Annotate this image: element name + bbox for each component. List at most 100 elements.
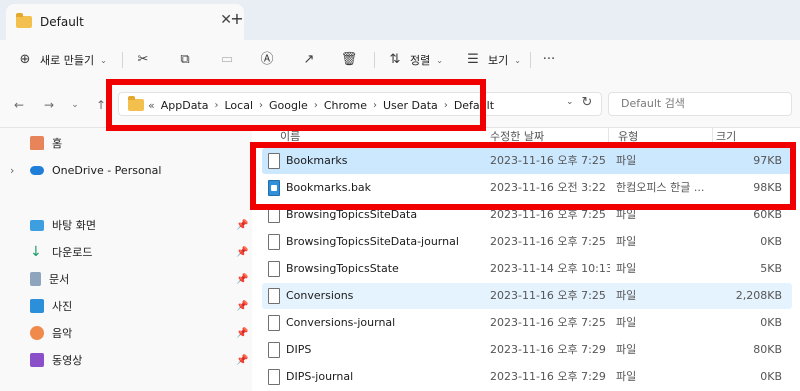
file-name: Conversions-journal: [286, 316, 396, 329]
file-size: 80KB: [753, 343, 782, 356]
file-date: 2023-11-16 오후 7:25: [490, 289, 606, 302]
file-name: DIPS-journal: [286, 370, 354, 383]
chevron-down-icon: ⌄: [514, 55, 521, 65]
download-icon: ↓: [30, 244, 42, 260]
trash-icon: 🗑: [340, 52, 358, 67]
file-size: 5KB: [760, 262, 782, 275]
tab-default[interactable]: Default ✕: [6, 4, 244, 40]
file-type: 파일: [616, 370, 637, 383]
more-icon: ···: [542, 52, 556, 67]
new-tab-button[interactable]: +: [226, 8, 248, 30]
back-arrow-icon[interactable]: ←: [10, 96, 28, 114]
pin-icon[interactable]: 📌: [236, 247, 248, 258]
share-button[interactable]: ↗: [300, 50, 318, 70]
sort-button[interactable]: ⇅ 정렬 ⌄: [386, 50, 443, 70]
sidebar-item-label: 음악: [52, 327, 73, 340]
sidebar-item-downloads[interactable]: ↓ 다운로드 📌: [0, 239, 252, 265]
file-type: 파일: [616, 262, 637, 275]
pin-icon[interactable]: 📌: [236, 274, 248, 285]
file-size: 2,208KB: [735, 289, 782, 302]
desktop-icon: [30, 219, 44, 231]
file-date: 2023-11-16 오후 7:25: [490, 235, 606, 248]
highlight-box-bookmarks: [250, 142, 796, 210]
sidebar-item-label: 사진: [52, 300, 73, 313]
file-icon: [268, 288, 280, 304]
sidebar-item-music[interactable]: 음악 📌: [0, 320, 252, 346]
file-date: 2023-11-16 오후 7:29: [490, 343, 606, 356]
file-icon: [268, 234, 280, 250]
file-name: BrowsingTopicsState: [286, 262, 399, 275]
sidebar-item-desktop[interactable]: 바탕 화면 📌: [0, 212, 252, 238]
more-button[interactable]: ···: [540, 50, 558, 70]
view-button[interactable]: ☰ 보기 ⌄: [464, 50, 521, 70]
file-row[interactable]: Conversions 2023-11-16 오후 7:25 파일 2,208KB: [262, 283, 792, 309]
file-icon: [268, 369, 280, 385]
file-row[interactable]: Conversions-journal 2023-11-16 오후 7:25 파일 0…: [262, 310, 792, 336]
navigation-pane: 홈 › OneDrive - Personal 바탕 화면 📌 ↓ 다운로드 📌…: [0, 128, 252, 391]
rename-icon: Ⓐ: [260, 52, 274, 67]
divider: [122, 52, 123, 68]
file-name: BrowsingTopicsSiteData-journal: [286, 235, 459, 248]
file-size: 0KB: [760, 235, 782, 248]
file-size: 0KB: [760, 316, 782, 329]
pin-icon[interactable]: 📌: [236, 301, 248, 312]
file-date: 2023-11-16 오후 7:29: [490, 370, 606, 383]
address-history-chevron-icon[interactable]: ⌄: [566, 97, 574, 107]
divider: [374, 52, 375, 68]
plus-circle-icon: ⊕: [19, 52, 31, 67]
file-date: 2023-11-16 오후 7:25: [490, 316, 606, 329]
file-row[interactable]: BrowsingTopicsState 2023-11-14 오후 10:13 파일…: [262, 256, 792, 282]
highlight-box-address: [106, 79, 486, 131]
tab-strip: Default ✕ +: [0, 0, 800, 40]
file-name: DIPS: [286, 343, 312, 356]
sidebar-item-pictures[interactable]: 사진 📌: [0, 293, 252, 319]
paste-icon: ▭: [220, 52, 234, 67]
pin-icon[interactable]: 📌: [236, 328, 248, 339]
command-bar: ⊕ 새로 만들기 ⌄ ✂ ⧉ ▭ Ⓐ ↗ 🗑 ⇅ 정렬 ⌄ ☰ 보기 ⌄ ···: [0, 40, 800, 80]
search-input[interactable]: Default 검색: [608, 92, 792, 116]
sidebar-item-videos[interactable]: 동영상 📌: [0, 347, 252, 373]
forward-arrow-icon[interactable]: →: [40, 96, 58, 114]
file-date: 2023-11-14 오후 10:13: [490, 262, 610, 275]
pin-icon[interactable]: 📌: [236, 220, 248, 231]
new-button-label: 새로 만들기: [40, 54, 95, 67]
sidebar-item-label: OneDrive - Personal: [52, 163, 162, 177]
chevron-right-icon[interactable]: ›: [10, 164, 30, 177]
file-row[interactable]: DIPS 2023-11-16 오후 7:29 파일 80KB: [262, 337, 792, 363]
file-icon: [268, 261, 280, 277]
file-row[interactable]: DIPS-journal 2023-11-16 오후 7:29 파일 0KB: [262, 364, 792, 390]
rename-button[interactable]: Ⓐ: [258, 50, 276, 70]
pin-icon[interactable]: 📌: [236, 355, 248, 366]
documents-icon: [30, 272, 41, 286]
divider: [530, 52, 531, 68]
sort-icon: ⇅: [389, 52, 401, 67]
file-row[interactable]: BrowsingTopicsSiteData-journal 2023-11-16…: [262, 229, 792, 255]
paste-button[interactable]: ▭: [218, 50, 236, 70]
sidebar-item-label: 다운로드: [52, 246, 93, 259]
view-icon: ☰: [467, 52, 479, 67]
chevron-down-icon: ⌄: [436, 55, 443, 65]
sidebar-item-label: 홈: [52, 137, 63, 150]
share-icon: ↗: [303, 52, 315, 67]
sidebar-item-label: 바탕 화면: [52, 219, 96, 232]
file-type: 파일: [616, 289, 637, 302]
file-icon: [268, 342, 280, 358]
cut-button[interactable]: ✂: [134, 50, 152, 70]
delete-button[interactable]: 🗑: [340, 50, 358, 70]
home-icon: [30, 136, 44, 150]
videos-icon: [30, 353, 44, 367]
tab-title: Default: [40, 15, 84, 29]
file-icon: [268, 315, 280, 331]
file-size: 0KB: [760, 370, 782, 383]
music-icon: [30, 326, 44, 340]
refresh-icon[interactable]: ↻: [578, 94, 596, 112]
sidebar-item-documents[interactable]: 문서 📌: [0, 266, 252, 292]
scissors-icon: ✂: [137, 52, 149, 67]
new-button[interactable]: ⊕ 새로 만들기 ⌄: [16, 50, 107, 70]
file-type: 파일: [616, 316, 637, 329]
copy-button[interactable]: ⧉: [176, 50, 194, 70]
sidebar-item-home[interactable]: 홈: [0, 130, 252, 156]
file-type: 파일: [616, 235, 637, 248]
recent-chevron-icon[interactable]: ⌄: [66, 96, 84, 114]
sidebar-item-onedrive[interactable]: › OneDrive - Personal: [0, 157, 252, 183]
